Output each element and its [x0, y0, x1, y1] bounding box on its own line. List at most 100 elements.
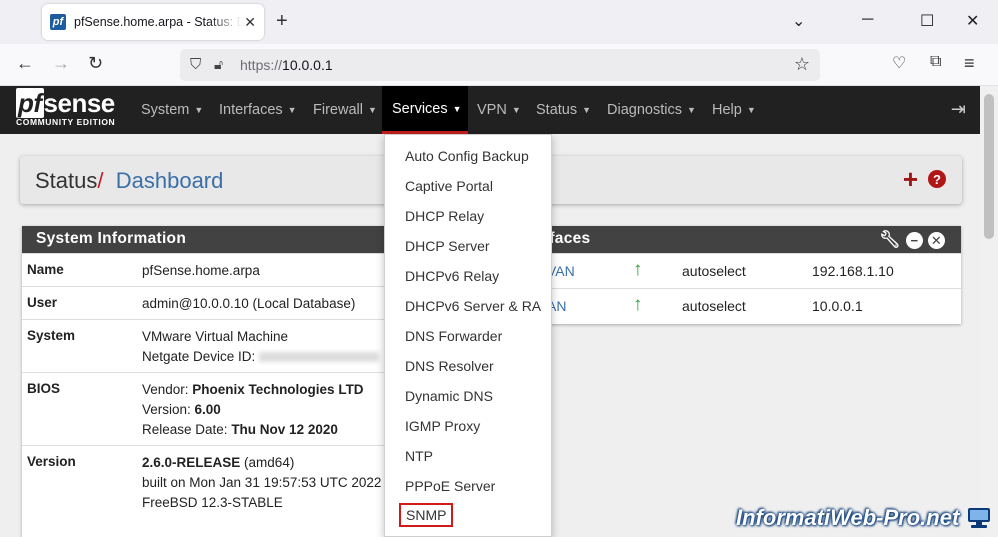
netgate-id-label: Netgate Device ID: — [142, 349, 256, 364]
caret-down-icon: ▼ — [367, 105, 377, 115]
row-value: VMware Virtual Machine Netgate Device ID… — [142, 327, 380, 367]
menu-item-igmp-proxy[interactable]: IGMP Proxy — [405, 418, 480, 434]
menu-status[interactable]: Status ▼ — [526, 86, 601, 134]
page-title: Status/ Dashboard — [35, 168, 223, 194]
bios-version: 6.00 — [194, 402, 221, 417]
menu-firewall[interactable]: Firewall ▼ — [303, 86, 387, 134]
menu-item-captive-portal[interactable]: Captive Portal — [405, 178, 493, 194]
caret-down-icon: ▼ — [194, 105, 204, 115]
hamburger-menu-icon[interactable]: ≡ — [964, 53, 975, 74]
url-host: 10.0.0.1 — [282, 57, 333, 73]
computer-icon — [968, 508, 990, 528]
menu-item-pppoe-server[interactable]: PPPoE Server — [405, 478, 495, 494]
table-row: BIOS Vendor: Phoenix Technologies LTD Ve… — [22, 372, 422, 445]
menu-help[interactable]: Help ▼ — [702, 86, 766, 134]
close-window-icon[interactable]: ✕ — [966, 11, 979, 31]
up-arrow-icon: ↑ — [633, 294, 643, 315]
menu-vpn[interactable]: VPN ▼ — [467, 86, 531, 134]
menu-item-dhcpv6-server-ra[interactable]: DHCPv6 Server & RA — [405, 298, 541, 314]
bios-vendor-label: Vendor: — [142, 382, 193, 397]
close-circle-icon[interactable]: ✕ — [928, 231, 945, 249]
version-release: 2.6.0-RELEASE — [142, 455, 241, 470]
minimize-icon[interactable]: ─ — [862, 11, 873, 29]
menu-item-ntp[interactable]: NTP — [405, 448, 433, 464]
browser-tab[interactable]: pf pfSense.home.arpa - Status: Dashboard… — [42, 4, 264, 40]
row-label: Version — [27, 454, 76, 469]
menu-label: Help — [712, 102, 742, 118]
system-line: VMware Virtual Machine — [142, 329, 289, 344]
version-arch: (amd64) — [240, 455, 295, 470]
row-value: 2.6.0-RELEASE (amd64) built on Mon Jan 3… — [142, 453, 381, 513]
panel-controls: 🔧︎ − ✕ — [879, 230, 945, 250]
menu-item-auto-config-backup[interactable]: Auto Config Backup — [405, 148, 529, 164]
caret-down-icon: ▼ — [287, 105, 297, 115]
maximize-icon[interactable]: ☐ — [920, 11, 934, 31]
menu-item-snmp[interactable]: SNMP — [399, 503, 454, 527]
row-value: admin@10.0.0.10 (Local Database) — [142, 296, 356, 311]
forward-icon[interactable]: → — [52, 53, 70, 74]
watermark-text: InformatiWeb-Pro.net — [736, 505, 960, 530]
menu-system[interactable]: System ▼ — [131, 86, 213, 134]
reload-icon[interactable]: ↻ — [88, 53, 103, 74]
url-bar[interactable]: ⛉ 🔓︎ https://10.0.0.1 ☆ — [180, 49, 820, 81]
page-scrollbar[interactable] — [980, 86, 998, 537]
menu-item-dhcpv6-relay[interactable]: DHCPv6 Relay — [405, 268, 499, 284]
menu-label: Services — [392, 100, 448, 117]
up-arrow-icon: ↑ — [633, 259, 643, 280]
logo-sense: sense — [43, 88, 116, 118]
version-freebsd: FreeBSD 12.3-STABLE — [142, 495, 283, 510]
pfsense-favicon-icon: pf — [50, 14, 66, 30]
menu-interfaces[interactable]: Interfaces ▼ — [209, 86, 307, 134]
browser-tabbar: pf pfSense.home.arpa - Status: Dashboard… — [0, 0, 998, 44]
menu-item-dns-forwarder[interactable]: DNS Forwarder — [405, 328, 502, 344]
menu-item-dynamic-dns[interactable]: Dynamic DNS — [405, 388, 493, 404]
url-text[interactable]: https://10.0.0.1 — [240, 57, 333, 73]
pfsense-logo[interactable]: pfsense COMMUNITY EDITION — [16, 88, 116, 127]
table-row: Name pfSense.home.arpa — [22, 253, 422, 286]
version-built: built on Mon Jan 31 19:57:53 UTC 2022 — [142, 475, 382, 490]
tab-list-chevron-icon[interactable]: ⌄ — [792, 11, 805, 31]
menu-item-dhcp-server[interactable]: DHCP Server — [405, 238, 490, 254]
interfaces-title: rfaces 🔧︎ − ✕ — [505, 226, 961, 253]
pfsense-navbar: pfsense COMMUNITY EDITION System ▼ Interf… — [0, 86, 980, 134]
bios-date-label: Release Date: — [142, 422, 232, 437]
table-row: AN ↑ autoselect 10.0.0.1 — [505, 288, 961, 323]
bookmark-star-icon[interactable]: ☆ — [794, 54, 810, 75]
wrench-icon[interactable]: 🔧︎ — [879, 230, 901, 250]
row-label: Name — [27, 262, 64, 277]
services-dropdown: Auto Config Backup Captive Portal DHCP R… — [384, 134, 552, 537]
breadcrumb-dashboard-link[interactable]: Dashboard — [116, 168, 224, 193]
logo-edition: COMMUNITY EDITION — [16, 117, 116, 127]
back-icon[interactable]: ← — [16, 53, 34, 74]
extensions-icon[interactable]: ⧉ — [930, 53, 941, 71]
pocket-icon[interactable]: ♡ — [892, 53, 906, 73]
caret-down-icon: ▼ — [582, 105, 592, 115]
row-label: BIOS — [27, 381, 61, 396]
system-information-panel: System Information Name pfSense.home.arp… — [22, 226, 422, 537]
logout-icon[interactable]: ⇥ — [951, 99, 966, 120]
menu-item-dhcp-relay[interactable]: DHCP Relay — [405, 208, 484, 224]
caret-down-icon: ▼ — [746, 105, 756, 115]
row-value: pfSense.home.arpa — [142, 263, 260, 278]
system-information-title: System Information — [22, 226, 422, 253]
insecure-lock-icon[interactable]: 🔓︎ — [214, 56, 223, 73]
scrollbar-thumb[interactable] — [984, 94, 994, 239]
row-label: System — [27, 328, 76, 343]
menu-label: Interfaces — [219, 102, 283, 118]
row-value: Vendor: Phoenix Technologies LTD Version… — [142, 380, 364, 440]
add-widget-icon[interactable]: + — [903, 166, 918, 192]
tab-close-icon[interactable]: ✕ — [244, 14, 256, 31]
breadcrumb-separator: / — [97, 168, 104, 193]
new-tab-icon[interactable]: + — [276, 10, 288, 33]
menu-services[interactable]: Services ▼ — [382, 86, 468, 134]
menu-label: VPN — [477, 102, 507, 118]
url-protocol: https:// — [240, 57, 283, 73]
help-icon[interactable]: ? — [928, 170, 946, 188]
menu-diagnostics[interactable]: Diagnostics ▼ — [597, 86, 706, 134]
menu-item-dns-resolver[interactable]: DNS Resolver — [405, 358, 494, 374]
minimize-circle-icon[interactable]: − — [906, 231, 923, 249]
interfaces-panel: rfaces 🔧︎ − ✕ VAN ↑ autoselect 192.168.1… — [505, 226, 961, 324]
tracking-shield-icon[interactable]: ⛉ — [190, 56, 201, 73]
interface-media: autoselect — [682, 298, 746, 314]
browser-navbar: ← → ↻ ⛉ 🔓︎ https://10.0.0.1 ☆ ♡ ⧉ ≡ — [0, 44, 998, 86]
